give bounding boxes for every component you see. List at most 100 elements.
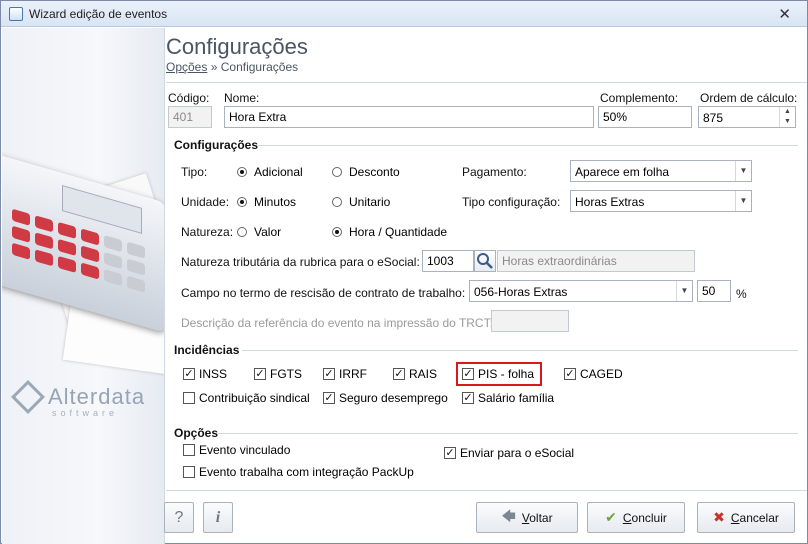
check-rais[interactable]: ✓ RAIS	[393, 367, 437, 381]
check-evento-vinculado[interactable]: Evento vinculado	[183, 443, 290, 457]
section-divider	[218, 433, 798, 434]
unidade-label: Unidade:	[181, 195, 230, 209]
tipo-desconto-radio[interactable]: Desconto	[332, 165, 400, 179]
complemento-label: Complemento:	[600, 91, 679, 105]
brand-mark-icon	[11, 380, 45, 414]
unidade-unitario-radio[interactable]: Unitario	[332, 195, 390, 209]
info-icon: i	[215, 508, 221, 526]
natureza-label: Natureza:	[181, 225, 234, 239]
section-divider	[258, 145, 798, 146]
natureza-trib-description	[497, 250, 695, 272]
pagamento-label: Pagamento:	[462, 165, 527, 179]
percent-sign: %	[736, 287, 747, 301]
checkbox-empty-icon	[183, 466, 195, 478]
radio-dot	[332, 167, 342, 177]
breadcrumb: Opções » Configurações	[166, 60, 298, 74]
campo-rescisao-label: Campo no termo de rescisão de contrato d…	[181, 286, 466, 300]
tipo-label: Tipo:	[181, 165, 208, 179]
section-divider	[242, 350, 798, 351]
chevron-down-icon[interactable]: ▼	[735, 161, 751, 181]
checkmark-icon: ✓	[393, 368, 405, 380]
footer-divider	[166, 490, 807, 491]
check-caged[interactable]: ✓ CAGED	[564, 367, 623, 381]
checkmark-icon: ✓	[254, 368, 266, 380]
checkbox-empty-icon	[183, 392, 195, 404]
check-seguro-desemprego[interactable]: ✓ Seguro desemprego	[323, 391, 448, 405]
help-button[interactable]: ?	[164, 502, 194, 533]
close-icon[interactable]: ✕	[778, 5, 791, 23]
info-button[interactable]: i	[203, 502, 233, 533]
checkmark-icon: ✓	[323, 368, 335, 380]
radio-dot	[237, 197, 247, 207]
nome-field[interactable]	[224, 106, 594, 128]
check-salario-familia[interactable]: ✓ Salário família	[462, 391, 554, 405]
checkmark-icon: ✓	[323, 392, 335, 404]
x-icon: ✖	[713, 509, 725, 525]
check-inss[interactable]: ✓ INSS	[183, 367, 227, 381]
nome-label: Nome:	[224, 91, 260, 105]
ordem-value: 875	[703, 111, 724, 125]
tipo-adicional-radio[interactable]: Adicional	[237, 165, 303, 179]
concluir-button[interactable]: ✔ Concluir	[587, 502, 685, 533]
breadcrumb-current: Configurações	[220, 60, 299, 74]
concluir-label: Concluir	[622, 510, 667, 525]
check-integracao-packup[interactable]: Evento trabalha com integração PackUp	[183, 465, 414, 479]
header-divider	[166, 82, 807, 83]
section-incidencias: Incidências	[174, 343, 240, 357]
radio-dot	[237, 227, 247, 237]
radio-dot	[332, 197, 342, 207]
cancelar-label: Cancelar	[730, 510, 779, 525]
descricao-trct-field	[491, 310, 569, 332]
breadcrumb-separator: »	[210, 60, 218, 74]
radio-dot	[332, 227, 342, 237]
checkbox-empty-icon	[183, 444, 195, 456]
natureza-hora-radio[interactable]: Hora / Quantidade	[332, 225, 447, 239]
tipo-config-select[interactable]: Horas Extras ▼	[570, 190, 752, 212]
radio-dot	[237, 167, 247, 177]
check-enviar-esocial[interactable]: ✓ Enviar para o eSocial	[444, 446, 574, 460]
checkmark-icon: ✓	[183, 368, 195, 380]
title-bar: Wizard edição de eventos ✕	[1, 1, 807, 27]
cancelar-button[interactable]: ✖ Cancelar	[697, 502, 795, 533]
section-configuracoes: Configurações	[174, 138, 259, 152]
codigo-field	[168, 106, 212, 128]
app-icon	[9, 7, 23, 21]
ordem-label: Ordem de cálculo:	[700, 91, 798, 105]
ordem-stepper[interactable]: 875 ▲ ▼	[698, 106, 796, 128]
ordem-spin[interactable]: ▲ ▼	[779, 107, 795, 127]
campo-rescisao-select[interactable]: 056-Horas Extras ▼	[469, 280, 693, 302]
tipo-config-label: Tipo configuração:	[462, 195, 561, 209]
checkmark-icon: ✓	[564, 368, 576, 380]
brand-logo: Alterdata software	[11, 380, 146, 418]
voltar-button[interactable]: 🡄 Voltar	[476, 502, 578, 533]
help-icon: ?	[174, 508, 184, 526]
chevron-down-icon[interactable]: ▼	[735, 191, 751, 211]
back-arrow-icon: 🡄	[501, 507, 516, 524]
section-opcoes: Opções	[174, 426, 219, 440]
window-title: Wizard edição de eventos	[29, 7, 168, 21]
breadcrumb-link-opcoes[interactable]: Opções	[166, 60, 207, 74]
search-icon[interactable]	[474, 250, 496, 272]
natureza-valor-radio[interactable]: Valor	[237, 225, 281, 239]
check-irrf[interactable]: ✓ IRRF	[323, 367, 367, 381]
unidade-minutos-radio[interactable]: Minutos	[237, 195, 296, 209]
pagamento-select[interactable]: Aparece em folha ▼	[570, 160, 752, 182]
check-fgts[interactable]: ✓ FGTS	[254, 367, 302, 381]
checkmark-icon: ✔	[605, 509, 617, 525]
codigo-label: Código:	[168, 91, 210, 105]
brand-sub: software	[52, 408, 119, 418]
chevron-down-icon[interactable]: ▼	[676, 281, 692, 301]
complemento-field[interactable]	[598, 106, 692, 128]
check-pis-folha[interactable]: ✓ PIS - folha	[462, 367, 534, 381]
natureza-trib-code[interactable]	[422, 250, 474, 272]
spin-up-icon[interactable]: ▲	[780, 107, 795, 117]
campo-rescisao-percent[interactable]	[697, 280, 731, 302]
wizard-window: Wizard edição de eventos ✕ Alterdata sof…	[0, 0, 808, 544]
voltar-label: Voltar	[521, 510, 553, 525]
natureza-trib-label: Natureza tributária da rubrica para o eS…	[181, 255, 420, 269]
page-title: Configurações	[166, 34, 308, 59]
descricao-trct-label: Descrição da referência do evento na imp…	[181, 316, 493, 330]
check-contribuicao-sindical[interactable]: Contribuição sindical	[183, 391, 310, 405]
spin-down-icon[interactable]: ▼	[780, 117, 795, 127]
brand-name: Alterdata	[48, 384, 146, 409]
